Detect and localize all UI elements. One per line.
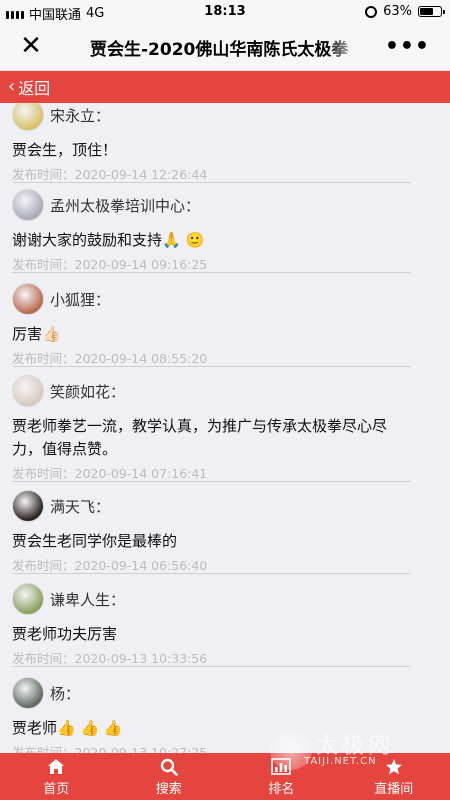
comment-text: 厉害👍🏻 xyxy=(12,325,61,343)
tab-label: 搜索 xyxy=(155,781,182,797)
comment-text: 谢谢大家的鼓励和支持🙏 🙂 xyxy=(12,231,205,249)
comment-item: 笑颜如花： 贾老师拳艺一流，教学认真，为推广与传承太极拳尽心尽力，值得点赞。 发… xyxy=(12,373,411,482)
comment-header: 小狐狸： xyxy=(12,281,411,317)
comment-username: 笑颜如花： xyxy=(50,382,126,401)
comment-header: 孟州太极拳培训中心： xyxy=(12,187,411,223)
comment-list[interactable]: 宋永立： 贾会生，顶住！ 发布时间：2020-09-14 12:26:44 孟州… xyxy=(0,103,450,753)
comment-header: 杨： xyxy=(12,675,411,711)
comment-item: 谦卑人生： 贾老师功夫厉害 发布时间：2020-09-13 10:33:56 xyxy=(12,581,411,667)
live-icon xyxy=(385,757,403,777)
comment-item: 宋永立： 贾会生，顶住！ 发布时间：2020-09-14 12:26:44 xyxy=(12,103,411,183)
tab-label: 排名 xyxy=(268,781,295,797)
comment-text: 贾老师功夫厉害 xyxy=(12,625,118,643)
comment-text: 贾会生，顶住！ xyxy=(12,141,118,159)
more-icon[interactable]: ••• xyxy=(385,34,430,59)
battery-fill xyxy=(420,8,433,15)
tab-ranking[interactable]: 排名 xyxy=(225,753,338,800)
comment-username: 满天飞： xyxy=(50,497,111,516)
comment-item: 杨： 贾老师👍 👍 👍 发布时间：2020-09-13 10:27:25 xyxy=(12,675,411,753)
alarm-icon xyxy=(365,5,378,18)
comment-username: 杨： xyxy=(50,684,81,703)
battery-percent: 63% xyxy=(383,4,412,19)
comment-time: 发布时间：2020-09-14 09:16:25 xyxy=(12,257,208,272)
tab-label: 首页 xyxy=(43,781,70,797)
status-right: 63% xyxy=(365,4,445,19)
nav-bar: ✕ 贾会生-2020佛山华南陈氏太极拳 ••• xyxy=(0,24,450,71)
comment-time: 发布时间：2020-09-14 08:55:20 xyxy=(12,351,208,366)
tab-live[interactable]: 直播间 xyxy=(338,753,450,800)
home-icon xyxy=(47,757,65,777)
avatar[interactable] xyxy=(12,677,44,709)
chevron-left-icon: ‹ xyxy=(8,76,16,97)
search-icon xyxy=(160,757,178,777)
avatar[interactable] xyxy=(12,283,44,315)
tab-search[interactable]: 搜索 xyxy=(113,753,226,800)
comment-header: 满天飞： xyxy=(12,488,411,524)
comment-username: 谦卑人生： xyxy=(50,590,126,609)
comment-username: 小狐狸： xyxy=(50,290,111,309)
tab-bar: 首页 搜索 排名 直播间 xyxy=(0,753,450,800)
comment-time: 发布时间：2020-09-13 10:27:25 xyxy=(12,745,208,753)
avatar[interactable] xyxy=(12,103,44,131)
page-title: 贾会生-2020佛山华南陈氏太极拳 xyxy=(90,40,349,60)
comment-text: 贾老师拳艺一流，教学认真，为推广与传承太极拳尽心尽力，值得点赞。 xyxy=(12,417,388,458)
comment-text: 贾会生老同学你是最棒的 xyxy=(12,532,178,550)
avatar[interactable] xyxy=(12,490,44,522)
comment-header: 笑颜如花： xyxy=(12,373,411,409)
avatar[interactable] xyxy=(12,375,44,407)
status-bar: 中国联通 4G 18:13 63% xyxy=(0,0,450,24)
comment-header: 宋永立： xyxy=(12,103,411,133)
comment-username: 宋永立： xyxy=(50,106,111,125)
avatar[interactable] xyxy=(12,583,44,615)
tab-home[interactable]: 首页 xyxy=(0,753,113,800)
comment-item: 小狐狸： 厉害👍🏻 发布时间：2020-09-14 08:55:20 xyxy=(12,281,411,367)
tab-label: 直播间 xyxy=(374,781,414,797)
comment-header: 谦卑人生： xyxy=(12,581,411,617)
comment-item: 孟州太极拳培训中心： 谢谢大家的鼓励和支持🙏 🙂 发布时间：2020-09-14… xyxy=(12,187,411,273)
comment-time: 发布时间：2020-09-14 12:26:44 xyxy=(12,167,208,182)
comment-time: 发布时间：2020-09-14 06:56:40 xyxy=(12,558,208,573)
back-button[interactable]: ‹ 返回 xyxy=(0,71,450,103)
comment-text: 贾老师👍 👍 👍 xyxy=(12,719,123,737)
back-label: 返回 xyxy=(18,79,51,98)
comment-item: 满天飞： 贾会生老同学你是最棒的 发布时间：2020-09-14 06:56:4… xyxy=(12,488,411,574)
battery-icon xyxy=(418,6,445,17)
avatar[interactable] xyxy=(12,189,44,221)
close-icon[interactable]: ✕ xyxy=(18,33,44,60)
comment-time: 发布时间：2020-09-13 10:33:56 xyxy=(12,651,208,666)
comment-time: 发布时间：2020-09-14 07:16:41 xyxy=(12,466,208,481)
comment-username: 孟州太极拳培训中心： xyxy=(50,196,201,215)
ranking-icon xyxy=(271,757,292,777)
